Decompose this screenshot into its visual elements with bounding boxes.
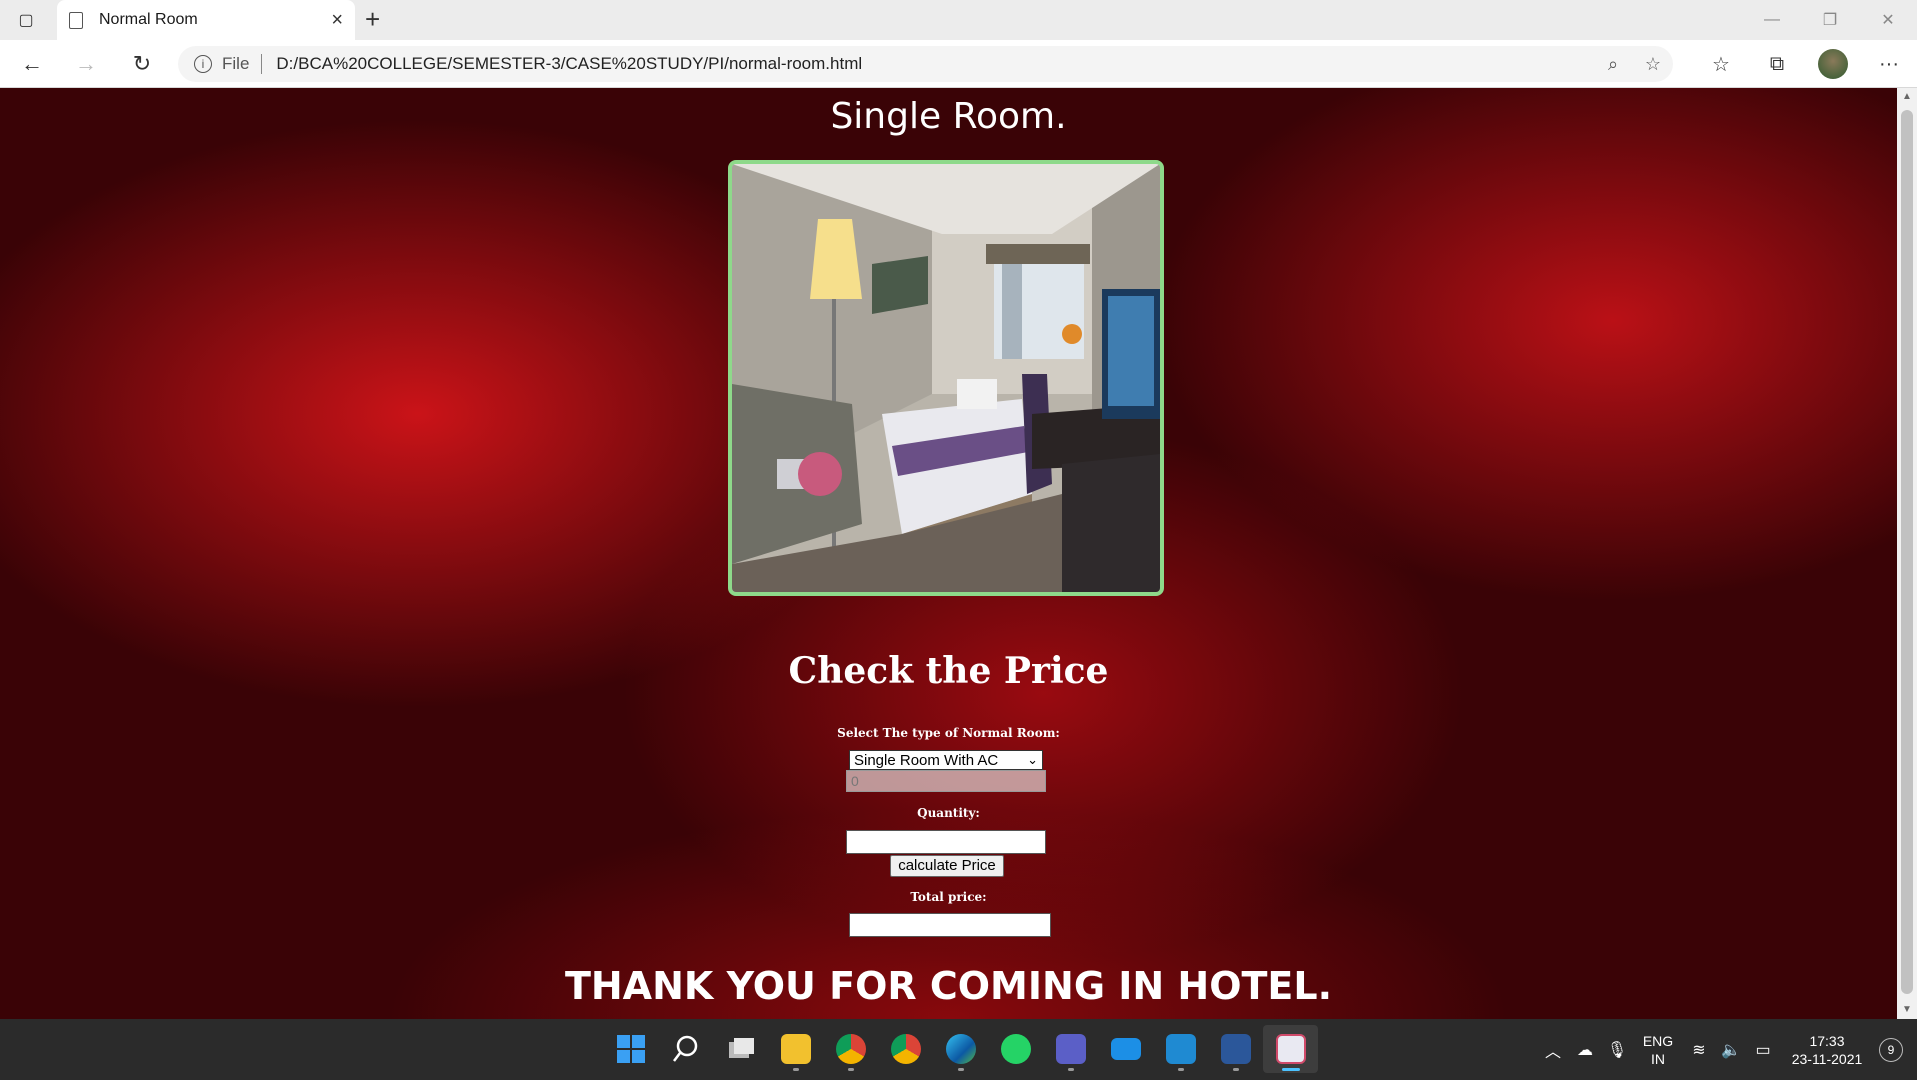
notification-badge[interactable]: 9 bbox=[1879, 1037, 1903, 1062]
total-price-field[interactable] bbox=[849, 913, 1051, 937]
close-window-icon[interactable]: ✕ bbox=[1859, 0, 1917, 40]
onedrive-icon[interactable]: ☁ bbox=[1569, 1040, 1601, 1060]
scroll-up-icon[interactable]: ▲ bbox=[1897, 88, 1917, 106]
room-image bbox=[728, 160, 1164, 596]
forward-icon[interactable]: → bbox=[68, 48, 104, 80]
show-hidden-icons-icon[interactable]: ︿ bbox=[1537, 1038, 1569, 1062]
volume-icon[interactable]: 🔈 bbox=[1715, 1040, 1747, 1060]
tab-title: Normal Room bbox=[99, 11, 198, 28]
task-view-icon[interactable] bbox=[713, 1025, 768, 1073]
vertical-scrollbar[interactable]: ▲ ▼ bbox=[1897, 88, 1917, 1019]
clock[interactable]: 17:33 23-11-2021 bbox=[1779, 1032, 1875, 1068]
scroll-down-icon[interactable]: ▼ bbox=[1897, 1001, 1917, 1019]
add-favorite-icon[interactable]: ☆ bbox=[1633, 54, 1673, 75]
running-indicator bbox=[1177, 1068, 1184, 1071]
running-indicator bbox=[1281, 1068, 1300, 1071]
clock-date: 23-11-2021 bbox=[1791, 1050, 1863, 1067]
room-type-value: Single Room With AC bbox=[854, 751, 999, 769]
more-options-icon[interactable]: ··· bbox=[1861, 53, 1917, 76]
room-type-select[interactable]: Single Room With AC ⌄ bbox=[849, 750, 1043, 770]
windows-logo-icon bbox=[616, 1035, 645, 1063]
running-indicator bbox=[1232, 1068, 1239, 1071]
battery-icon[interactable]: ▭ bbox=[1747, 1040, 1779, 1060]
whatsapp-icon[interactable] bbox=[988, 1025, 1043, 1073]
start-icon[interactable] bbox=[603, 1025, 658, 1073]
edge-icon[interactable] bbox=[933, 1025, 988, 1073]
chrome-icon[interactable] bbox=[823, 1025, 878, 1073]
address-separator bbox=[261, 54, 263, 74]
mail-icon[interactable] bbox=[1098, 1025, 1153, 1073]
snipping-tool-logo-icon bbox=[1275, 1034, 1306, 1064]
address-bar[interactable]: i File D:/BCA%20COLLEGE/SEMESTER-3/CASE%… bbox=[178, 46, 1673, 82]
address-bar-row: ← → ↻ i File D:/BCA%20COLLEGE/SEMESTER-3… bbox=[0, 40, 1917, 88]
refresh-icon[interactable]: ↻ bbox=[124, 48, 160, 80]
rate-field: 0 bbox=[846, 770, 1046, 792]
teams-logo-icon bbox=[1055, 1034, 1086, 1064]
envelope-icon bbox=[1110, 1038, 1141, 1060]
language-code: ENG bbox=[1642, 1032, 1674, 1049]
file-explorer-icon[interactable] bbox=[768, 1025, 823, 1073]
running-indicator bbox=[957, 1068, 964, 1071]
vscode-icon[interactable] bbox=[1153, 1025, 1208, 1073]
chrome-profile-icon[interactable] bbox=[878, 1025, 933, 1073]
browser-tab[interactable]: Normal Room × bbox=[57, 0, 355, 40]
teams-icon[interactable] bbox=[1043, 1025, 1098, 1073]
vscode-logo-icon bbox=[1165, 1034, 1196, 1064]
quantity-label: Quantity: bbox=[917, 806, 980, 820]
back-icon[interactable]: ← bbox=[14, 48, 50, 80]
calculate-price-button[interactable]: calculate Price bbox=[890, 855, 1004, 877]
system-tray: ︿ ☁ 🎙 ENG IN ≋ 🔈 ▭ 17:33 23-11-2021 9 bbox=[1537, 1019, 1917, 1080]
restore-icon[interactable]: ❐ bbox=[1801, 0, 1859, 40]
taskbar-apps bbox=[603, 1025, 1318, 1073]
minimize-icon[interactable]: — bbox=[1743, 0, 1801, 40]
browser-toolbar: ☆ ⧉ ··· bbox=[1693, 46, 1917, 82]
running-indicator bbox=[792, 1068, 799, 1071]
page-icon bbox=[69, 11, 83, 29]
tab-actions-icon[interactable]: ▢ bbox=[0, 0, 52, 40]
language-indicator[interactable]: ENG IN bbox=[1633, 1032, 1683, 1068]
scrollbar-thumb[interactable] bbox=[1901, 110, 1913, 994]
room-photo-illustration bbox=[732, 164, 1160, 592]
edge-logo-icon bbox=[945, 1034, 976, 1064]
new-tab-icon[interactable]: + bbox=[365, 4, 380, 35]
wifi-icon[interactable]: ≋ bbox=[1683, 1040, 1715, 1060]
profile-avatar[interactable] bbox=[1818, 49, 1848, 79]
total-price-label: Total price: bbox=[910, 890, 987, 904]
favorites-icon[interactable]: ☆ bbox=[1693, 52, 1749, 77]
zoom-icon[interactable]: ⌕ bbox=[1593, 54, 1633, 75]
info-icon[interactable]: i bbox=[194, 55, 212, 73]
window-controls: — ❐ ✕ bbox=[1743, 0, 1917, 40]
search-icon[interactable] bbox=[658, 1025, 713, 1073]
clock-time: 17:33 bbox=[1809, 1032, 1845, 1049]
quantity-input[interactable] bbox=[846, 830, 1046, 854]
folder-icon bbox=[780, 1034, 811, 1064]
language-region: IN bbox=[1651, 1050, 1665, 1067]
chevron-down-icon: ⌄ bbox=[1027, 752, 1038, 767]
magnifier-icon bbox=[672, 1035, 697, 1062]
footer-message: THANK YOU FOR COMING IN HOTEL. bbox=[564, 964, 1333, 1008]
word-logo-icon bbox=[1220, 1034, 1251, 1064]
chrome-logo-icon bbox=[835, 1034, 866, 1064]
microphone-icon[interactable]: 🎙 bbox=[1601, 1040, 1633, 1060]
task-view-glyph-icon bbox=[728, 1038, 754, 1058]
whatsapp-logo-icon bbox=[1000, 1034, 1031, 1064]
snipping-tool-icon[interactable] bbox=[1263, 1025, 1318, 1073]
taskbar: ︿ ☁ 🎙 ENG IN ≋ 🔈 ▭ 17:33 23-11-2021 9 bbox=[0, 1019, 1917, 1080]
url-text[interactable]: D:/BCA%20COLLEGE/SEMESTER-3/CASE%20STUDY… bbox=[276, 54, 1593, 74]
collections-icon[interactable]: ⧉ bbox=[1749, 53, 1805, 76]
chrome-logo-icon bbox=[890, 1034, 921, 1064]
address-prefix: File bbox=[222, 54, 250, 73]
room-type-label: Select The type of Normal Room: bbox=[837, 726, 1060, 740]
running-indicator bbox=[847, 1068, 854, 1071]
page-title: Single Room. bbox=[830, 96, 1067, 137]
page-viewport: Single Room. Check the Price Select The … bbox=[0, 88, 1897, 1019]
close-tab-icon[interactable]: × bbox=[331, 9, 343, 32]
running-indicator bbox=[1067, 1068, 1074, 1071]
word-icon[interactable] bbox=[1208, 1025, 1263, 1073]
price-heading: Check the Price bbox=[788, 650, 1109, 692]
